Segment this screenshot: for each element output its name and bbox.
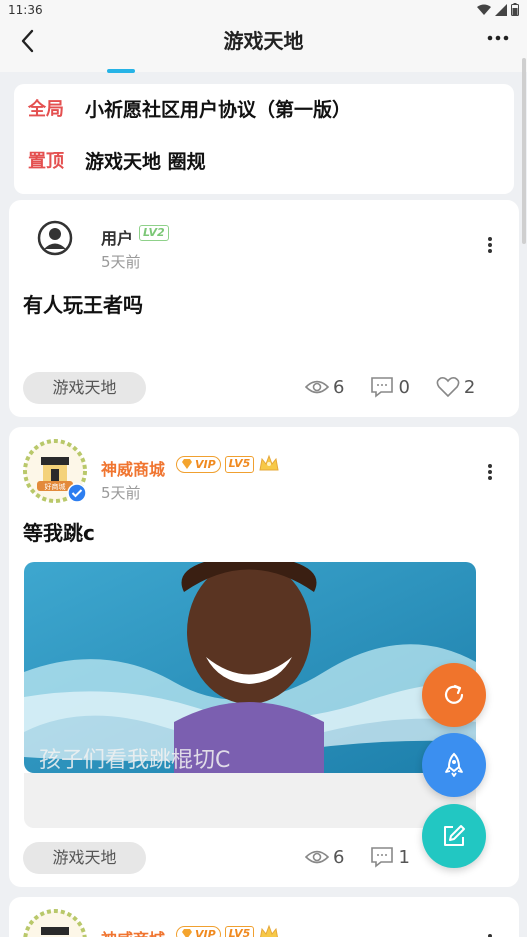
refresh-icon <box>444 684 464 704</box>
avatar[interactable] <box>37 220 73 256</box>
comment-icon <box>371 847 394 868</box>
post-time: 5天前 <box>101 253 141 271</box>
status-time: 11:36 <box>8 3 43 17</box>
notice-text: 游戏天地 圈规 <box>85 150 206 173</box>
views-stat[interactable]: 6 <box>305 847 344 868</box>
signal-icon <box>495 3 507 16</box>
vip-badge: VIP <box>176 925 221 937</box>
badges: VIP LV5 <box>176 924 280 937</box>
avatar-label: 好商城 <box>45 482 66 491</box>
battery-icon <box>511 3 519 16</box>
kebab-icon[interactable] <box>487 933 493 937</box>
likes-stat[interactable]: 2 <box>436 376 475 398</box>
crown-icon <box>260 924 279 937</box>
page-title: 游戏天地 <box>223 29 304 53</box>
eye-icon <box>305 850 329 864</box>
compose-button[interactable] <box>422 804 486 868</box>
badges: VIP LV5 <box>176 454 280 474</box>
notice-text: 小祈愿社区用户协议（第一版） <box>85 98 352 121</box>
username[interactable]: 神威商城 <box>101 456 165 480</box>
comments-stat[interactable]: 1 <box>370 846 410 868</box>
post-content[interactable]: 等我跳c <box>23 517 95 546</box>
rocket-button[interactable] <box>422 733 486 797</box>
notice-tag: 全局 <box>28 99 64 120</box>
post-stats: 6 0 2 <box>305 376 475 398</box>
badges: LV2 <box>139 225 169 241</box>
post-stats: 6 1 <box>305 846 410 868</box>
scrollbar[interactable] <box>522 58 526 244</box>
tab-indicator <box>107 69 135 73</box>
top-nav-bar: 游戏天地 <box>0 22 527 72</box>
post-content[interactable]: 有人玩王者吗 <box>23 289 143 318</box>
vip-badge: VIP <box>176 455 221 473</box>
status-icons <box>477 3 519 16</box>
verified-icon <box>67 483 87 503</box>
views-count: 6 <box>333 846 345 868</box>
heart-icon <box>436 377 460 398</box>
vip-text: VIP <box>195 927 216 937</box>
comments-count: 1 <box>398 846 410 868</box>
level-badge: LV2 <box>139 225 169 241</box>
comment-icon <box>371 377 394 398</box>
edit-icon <box>444 825 465 846</box>
kebab-icon[interactable] <box>487 236 493 254</box>
notice-pinned[interactable]: 置顶 游戏天地 圈规 <box>28 145 206 175</box>
refresh-button[interactable] <box>422 663 486 727</box>
likes-count: 2 <box>463 376 476 398</box>
notice-card: 全局 小祈愿社区用户协议（第一版） 置顶 游戏天地 圈规 <box>14 84 514 194</box>
post-card[interactable]: 用户 LV2 5天前 有人玩王者吗 游戏天地 6 0 2 <box>9 200 519 417</box>
gem-icon <box>182 459 192 469</box>
level-badge: LV5 <box>224 455 255 473</box>
avatar[interactable] <box>23 909 87 937</box>
post-image[interactable]: 孩子们看我跳棍切C <box>24 562 476 773</box>
rocket-icon <box>445 752 463 777</box>
image-footer <box>24 773 476 828</box>
avatar[interactable]: 好商城 <box>23 439 87 503</box>
wifi-icon <box>477 4 491 15</box>
image-caption: 孩子们看我跳棍切C <box>39 748 230 773</box>
kebab-icon[interactable] <box>487 463 493 481</box>
comments-stat[interactable]: 0 <box>370 376 410 398</box>
notice-tag: 置顶 <box>28 151 64 172</box>
username[interactable]: 神威商城 <box>101 926 165 937</box>
comments-count: 0 <box>398 376 410 398</box>
shop-avatar-image <box>23 909 87 937</box>
more-icon[interactable] <box>487 34 509 42</box>
notice-global[interactable]: 全局 小祈愿社区用户协议（第一版） <box>28 93 351 123</box>
username[interactable]: 用户 <box>101 225 133 249</box>
post-image-graphic: 孩子们看我跳棍切C <box>24 562 476 773</box>
views-stat[interactable]: 6 <box>305 377 344 398</box>
post-time: 5天前 <box>101 484 141 502</box>
level-badge: LV5 <box>224 925 255 937</box>
crown-icon <box>259 454 279 471</box>
gem-icon <box>182 929 192 937</box>
post-card[interactable]: 神威商城 VIP LV5 <box>9 897 519 937</box>
vip-text: VIP <box>195 457 216 471</box>
status-bar: 11:36 <box>0 0 527 22</box>
views-count: 6 <box>333 376 345 398</box>
topic-chip[interactable]: 游戏天地 <box>23 372 146 404</box>
topic-chip[interactable]: 游戏天地 <box>23 842 146 874</box>
eye-icon <box>305 380 329 394</box>
